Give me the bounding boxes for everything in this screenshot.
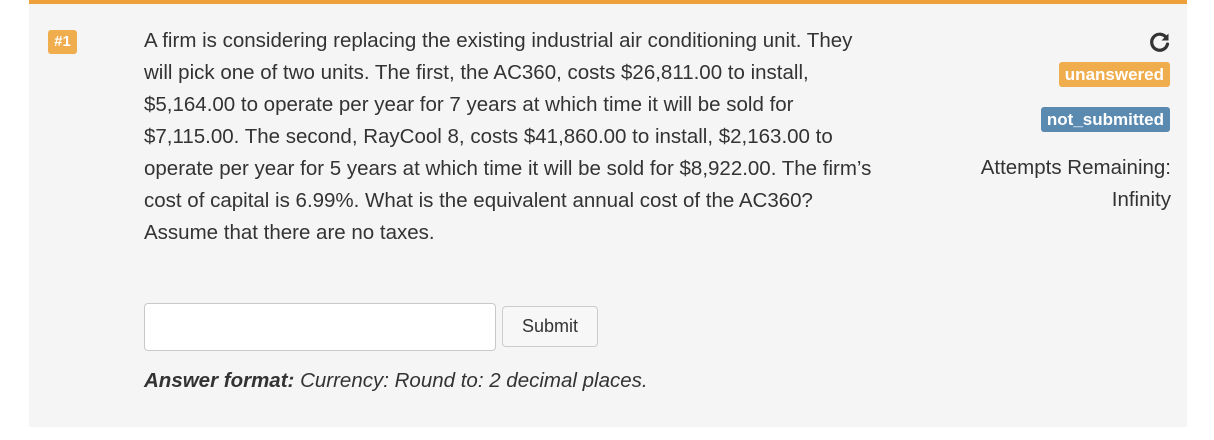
question-panel: #1 A firm is considering replacing the e… [29,0,1187,427]
reload-icon[interactable] [1149,31,1171,53]
answer-format: Answer format: Currency: Round to: 2 dec… [144,369,648,393]
attempts-value: Infinity [1111,188,1171,211]
answer-format-value: Currency: Round to: 2 decimal places. [300,369,648,392]
attempts-label: Attempts Remaining: [980,156,1171,179]
answer-format-label: Answer format: [144,369,295,392]
attempts-remaining: Attempts Remaining: Infinity [981,152,1171,216]
answer-status-badge: unanswered [1058,62,1170,87]
answer-input[interactable] [144,303,496,351]
submission-status-badge: not_submitted [1040,107,1170,132]
submit-button[interactable]: Submit [502,306,598,347]
question-number-badge: #1 [48,30,77,54]
question-text: A firm is considering replacing the exis… [144,29,872,244]
